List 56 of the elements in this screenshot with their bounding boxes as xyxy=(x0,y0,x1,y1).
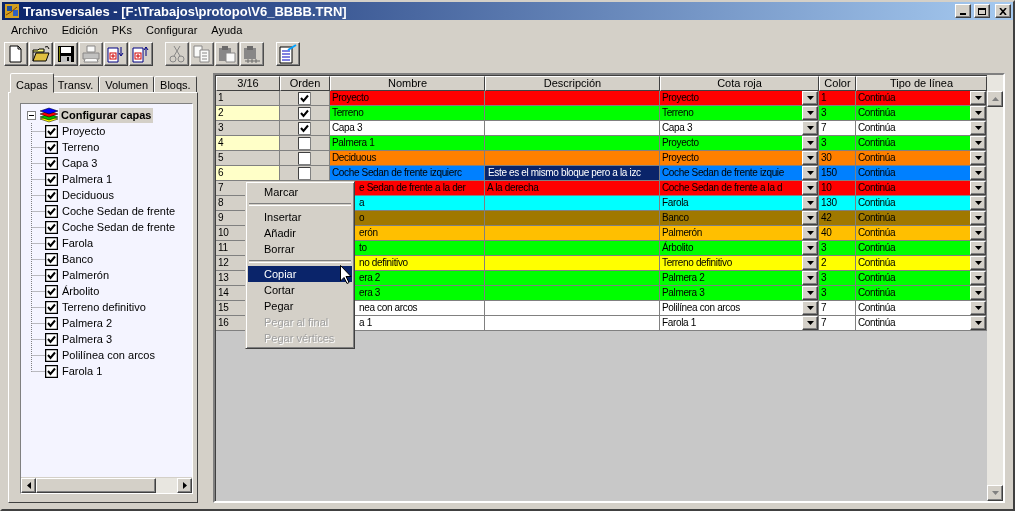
table-cell-text: Continúa xyxy=(858,91,897,105)
table-cell-text: Banco xyxy=(662,211,690,225)
table-cell-text: Continúa xyxy=(858,256,897,270)
table-cell: 3 xyxy=(819,136,856,151)
table-cell: 150 xyxy=(819,166,856,181)
table-cell: 3 xyxy=(819,271,856,286)
table-cell-text: Continúa xyxy=(858,241,897,255)
table-cell: Palmera 1 xyxy=(330,136,485,151)
table-cell-text: Coche Sedan de frente a la d xyxy=(662,181,784,195)
table-cell-text: Continúa xyxy=(858,301,897,315)
row-counter: 3/16 xyxy=(216,76,280,91)
table-cell: 130 xyxy=(819,196,856,211)
table-cell-text: Continúa xyxy=(858,316,897,330)
table-cell-text: Palmera 2 xyxy=(662,271,706,285)
table-cell: 40 xyxy=(819,226,856,241)
table-cell-text: Continúa xyxy=(858,181,897,195)
table-cell: 10 xyxy=(819,181,856,196)
table-cell-text: Proyecto xyxy=(662,136,700,150)
table-cell-text: Continúa xyxy=(858,106,897,120)
table-cell: 3 xyxy=(819,286,856,301)
table-cell-text: Continúa xyxy=(858,121,897,135)
table-cell: 7 xyxy=(819,301,856,316)
table-cell-text: Farola 1 xyxy=(662,316,697,330)
table-cell-text: Continúa xyxy=(858,151,897,165)
table-cell: Capa 3 xyxy=(330,121,485,136)
table-cell-text: Proyecto xyxy=(662,151,700,165)
table-cell-text: Palmerón xyxy=(662,226,703,240)
window-title: Transversales - [F:\Trabajos\protopo\V6_BBBB.TRN] xyxy=(23,3,348,19)
table-cell-text: Palmera 3 xyxy=(662,286,706,300)
table-cell: 42 xyxy=(819,211,856,226)
table-cell-text: Continúa xyxy=(858,211,897,225)
table-cell-text: Capa 3 xyxy=(662,121,694,135)
table-cell-text: Continúa xyxy=(858,226,897,240)
table-cell-text: Continúa xyxy=(858,196,897,210)
table-cell-text: Proyecto xyxy=(662,91,700,105)
table-cell: Coche Sedan de frente izquierc xyxy=(330,166,485,181)
table-cell: 30 xyxy=(819,151,856,166)
table-cell-text: Polilínea con arcos xyxy=(662,301,741,315)
table-cell-text: Continúa xyxy=(858,166,897,180)
table-cell-text: Farola xyxy=(662,196,690,210)
table-cell-text: Coche Sedan de frente izquie xyxy=(662,166,785,180)
table-cell: 1 xyxy=(819,91,856,106)
table-cell-text: Continúa xyxy=(858,286,897,300)
table-cell: Terreno xyxy=(330,106,485,121)
table-cell: 7 xyxy=(819,121,856,136)
table-cell-text: Continúa xyxy=(858,136,897,150)
table-cell-text: Terreno definitivo xyxy=(662,256,733,270)
table-cell-text: Árbolito xyxy=(662,241,695,255)
table-cell: Deciduous xyxy=(330,151,485,166)
table-cell: 7 xyxy=(819,316,856,331)
table-cell-text: Continúa xyxy=(858,271,897,285)
table-cell: Proyecto xyxy=(330,91,485,106)
table-cell: 3 xyxy=(819,241,856,256)
table-cell: 2 xyxy=(819,256,856,271)
table-cell-text: Terreno xyxy=(662,106,695,120)
table-cell: 3 xyxy=(819,106,856,121)
